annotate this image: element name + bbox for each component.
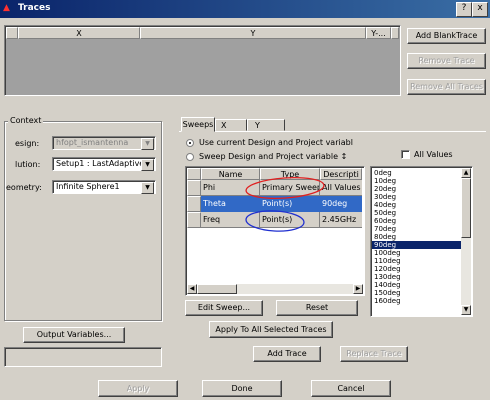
design-value: hfopt_ismantenna xyxy=(56,138,129,147)
reset-button[interactable]: Reset xyxy=(276,300,358,316)
list-item[interactable]: 70deg xyxy=(372,225,461,233)
list-item[interactable]: 90deg xyxy=(372,241,461,249)
list-item[interactable]: 130deg xyxy=(372,273,461,281)
replace-trace-button[interactable]: Replace Trace xyxy=(340,346,408,362)
all-values-label: All Values xyxy=(414,150,453,159)
context-group xyxy=(4,121,162,321)
geometry-value: Infinite Sphere1 xyxy=(56,182,120,191)
geometry-dropdown[interactable]: Infinite Sphere1 ▼ xyxy=(52,180,156,194)
traces-header-filler xyxy=(391,27,399,39)
remove-trace-button[interactable]: Remove Trace xyxy=(407,53,486,69)
traces-table[interactable]: X Y Y-... xyxy=(4,25,401,96)
list-item[interactable]: 120deg xyxy=(372,265,461,273)
solution-dropdown[interactable]: Setup1 : LastAdaptive ▼ xyxy=(52,157,156,171)
sweep-variable-radio[interactable] xyxy=(186,153,194,161)
close-button[interactable]: x xyxy=(472,2,488,17)
chevron-down-icon: ▼ xyxy=(141,159,154,171)
red-annotation-ellipse xyxy=(245,177,325,199)
scroll-left-icon[interactable]: ◀ xyxy=(187,284,197,294)
scroll-up-icon[interactable]: ▲ xyxy=(461,168,471,178)
traces-col-y-more[interactable]: Y-... xyxy=(366,27,391,39)
scroll-right-icon[interactable]: ▶ xyxy=(353,284,363,294)
window-title: Traces xyxy=(18,3,51,13)
chevron-down-icon: ▼ xyxy=(141,138,154,150)
list-item[interactable]: 10deg xyxy=(372,177,461,185)
solution-value: Setup1 : LastAdaptive xyxy=(56,159,141,168)
geometry-label: eometry: xyxy=(6,183,42,192)
values-vertical-scrollbar[interactable]: ▲ ▼ xyxy=(461,168,471,315)
add-trace-button[interactable]: Add Trace xyxy=(253,346,321,362)
grid-corner-header xyxy=(187,168,201,180)
remove-all-traces-button[interactable]: Remove All Traces xyxy=(407,79,486,95)
traces-corner-header xyxy=(6,27,18,39)
list-item[interactable]: 30deg xyxy=(372,193,461,201)
traces-col-y[interactable]: Y xyxy=(140,27,366,39)
app-logo-icon: ▲ xyxy=(3,3,10,13)
row-header[interactable] xyxy=(187,180,201,196)
row-header[interactable] xyxy=(187,212,201,228)
values-list[interactable]: 0deg 10deg 20deg 30deg 40deg 50deg 60deg 70deg 8… xyxy=(370,166,473,317)
list-item[interactable]: 100deg xyxy=(372,249,461,257)
help-button[interactable]: ? xyxy=(456,2,472,17)
use-current-radio[interactable] xyxy=(186,139,194,147)
blue-annotation-ellipse xyxy=(245,210,305,232)
context-group-label: Context xyxy=(8,116,44,125)
apply-button[interactable]: Apply xyxy=(98,380,178,397)
tab-y[interactable]: Y xyxy=(247,119,285,131)
list-item[interactable]: 140deg xyxy=(372,281,461,289)
done-button[interactable]: Done xyxy=(202,380,282,397)
output-variables-button[interactable]: Output Variables... xyxy=(23,327,125,343)
scroll-down-icon[interactable]: ▼ xyxy=(461,305,471,315)
use-current-label: Use current Design and Project variabl xyxy=(199,138,353,147)
list-item[interactable]: 50deg xyxy=(372,209,461,217)
apply-to-all-selected-traces-button[interactable]: Apply To All Selected Traces xyxy=(209,321,333,338)
list-item[interactable]: 110deg xyxy=(372,257,461,265)
annotation-overlay xyxy=(245,177,325,232)
row-header[interactable] xyxy=(187,196,201,212)
solution-label: lution: xyxy=(15,160,41,169)
values-list-items[interactable]: 0deg 10deg 20deg 30deg 40deg 50deg 60deg 70deg 8… xyxy=(372,169,461,305)
list-item[interactable]: 40deg xyxy=(372,201,461,209)
list-item[interactable]: 0deg xyxy=(372,169,461,177)
scrollbar-thumb[interactable] xyxy=(461,178,471,238)
status-field xyxy=(4,347,162,367)
design-label: esign: xyxy=(15,139,40,148)
grid-horizontal-scrollbar[interactable]: ◀ ▶ xyxy=(187,284,363,294)
scrollbar-thumb[interactable] xyxy=(197,284,237,294)
tab-sweeps[interactable]: Sweeps xyxy=(181,117,215,132)
tab-panel-top-border xyxy=(179,131,486,132)
title-bar: ▲ Traces ? x xyxy=(0,0,490,18)
design-dropdown[interactable]: hfopt_ismantenna ▼ xyxy=(52,136,156,150)
list-item[interactable]: 60deg xyxy=(372,217,461,225)
list-item[interactable]: 20deg xyxy=(372,185,461,193)
all-values-checkbox[interactable] xyxy=(401,150,410,159)
edit-sweep-button[interactable]: Edit Sweep... xyxy=(185,300,263,316)
sweep-variable-label: Sweep Design and Project variable ↕ xyxy=(199,152,348,161)
traces-col-x[interactable]: X xyxy=(18,27,140,39)
add-blank-trace-button[interactable]: Add BlankTrace xyxy=(407,28,486,44)
cancel-button[interactable]: Cancel xyxy=(311,380,391,397)
list-item[interactable]: 160deg xyxy=(372,297,461,305)
tab-x[interactable]: X xyxy=(215,119,247,131)
list-item[interactable]: 80deg xyxy=(372,233,461,241)
list-item[interactable]: 150deg xyxy=(372,289,461,297)
chevron-down-icon: ▼ xyxy=(141,182,154,194)
